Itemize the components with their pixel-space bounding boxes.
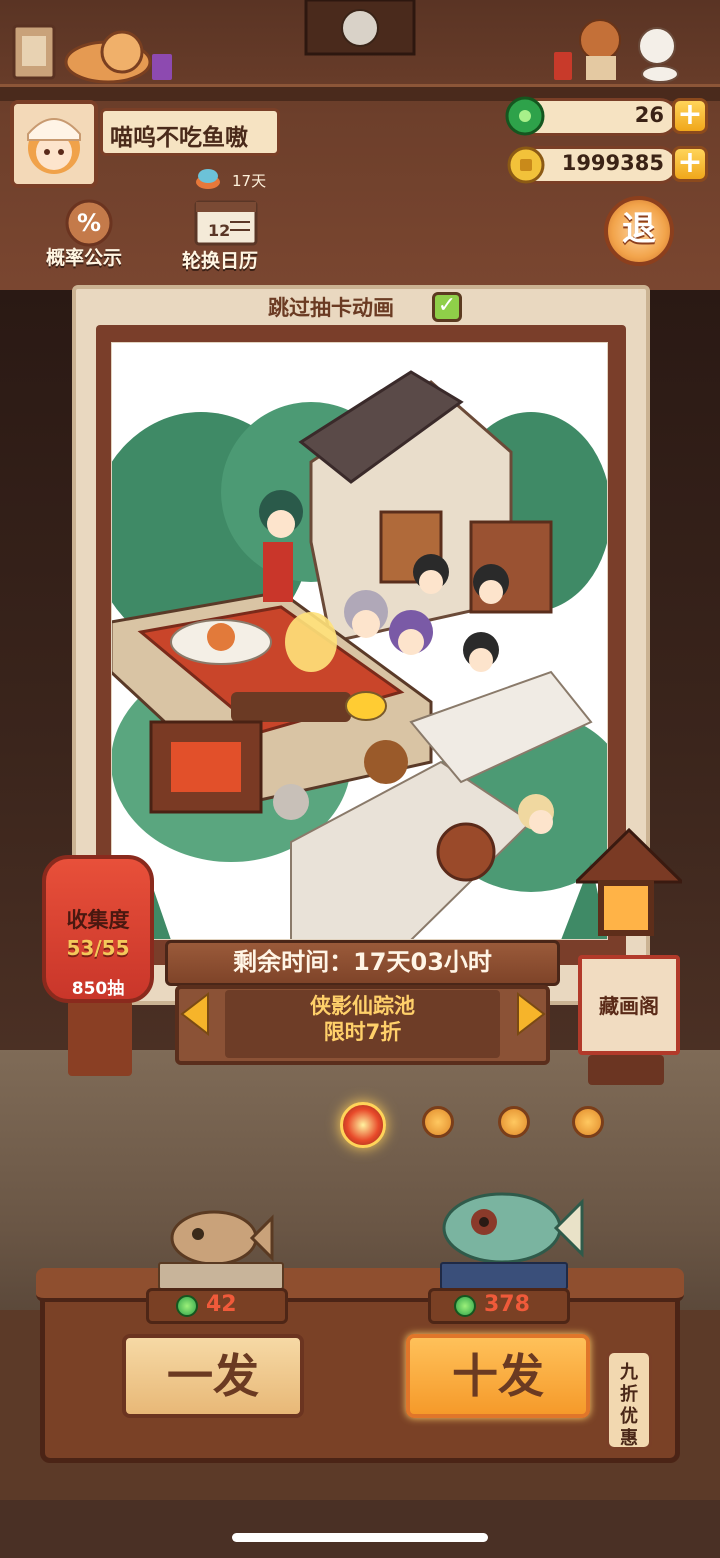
- jade-icon: [505, 96, 545, 136]
- next-pool-arrow-icon[interactable]: [516, 992, 546, 1036]
- pool-discount: 限时7折: [323, 1020, 402, 1044]
- single-draw-book: [158, 1262, 284, 1290]
- collection-title: 收集度: [66, 908, 130, 932]
- skip-animation-checkbox[interactable]: ✓: [432, 292, 462, 322]
- featured-card-artwork[interactable]: [111, 342, 608, 940]
- pagination-dot[interactable]: [422, 1106, 454, 1138]
- pagination-dot-active[interactable]: [340, 1102, 386, 1148]
- rotation-calendar-button[interactable]: 12 轮换日历: [176, 196, 276, 274]
- pagination-dot[interactable]: [498, 1106, 530, 1138]
- pagination-dot[interactable]: [572, 1106, 604, 1138]
- percent-symbol: %: [77, 209, 101, 237]
- avatar-portrait-icon: [14, 104, 94, 184]
- big-fish-icon: [442, 1192, 584, 1264]
- collection-lantern-stand: [68, 1000, 132, 1076]
- single-draw-button[interactable]: 一发: [122, 1334, 304, 1418]
- kitchen-scene-illustration: [111, 342, 608, 940]
- ten-draw-cost: 378: [484, 1292, 530, 1317]
- bottom-band: [0, 1500, 720, 1558]
- calendar-number: 12: [208, 221, 230, 240]
- player-name: 喵呜不吃鱼嗷: [110, 125, 248, 151]
- rate-disclosure-button[interactable]: % 概率公示: [40, 195, 140, 273]
- single-draw-jade-icon: [176, 1295, 198, 1317]
- exit-button[interactable]: 退: [604, 196, 674, 266]
- single-draw-cost: 42: [206, 1292, 237, 1317]
- player-avatar[interactable]: [10, 100, 98, 188]
- collection-count: 53/55: [66, 936, 130, 960]
- shelf-decorations: [12, 0, 679, 84]
- pavilion-lantern-window: [598, 880, 654, 936]
- login-days-text: 17天: [232, 172, 267, 190]
- add-jade-button[interactable]: +: [672, 98, 708, 134]
- jade-amount: 26: [634, 103, 664, 127]
- collection-draws: 850抽: [71, 979, 125, 999]
- rate-disclosure-label: 概率公示: [46, 247, 123, 269]
- login-days-icon: [196, 169, 220, 189]
- calendar-icon: 12: [194, 200, 258, 246]
- discount-tag-text: 九折优惠: [620, 1362, 638, 1449]
- small-fish-icon: [170, 1210, 274, 1266]
- skip-animation-label: 跳过抽卡动画: [268, 296, 394, 320]
- pavilion-base: [588, 1055, 664, 1085]
- ten-draw-book: [440, 1262, 568, 1290]
- ten-draw-jade-icon: [454, 1295, 476, 1317]
- previous-pool-arrow-icon[interactable]: [180, 992, 210, 1036]
- ten-draw-button[interactable]: 十发: [406, 1334, 590, 1418]
- rotation-calendar-label: 轮换日历: [182, 250, 259, 272]
- percent-gear-icon: %: [65, 199, 113, 247]
- draw-counter-top: [36, 1268, 684, 1302]
- gallery-label: 藏画阁: [599, 994, 659, 1018]
- home-indicator[interactable]: [232, 1533, 488, 1542]
- pavilion-roof-icon: [576, 828, 682, 884]
- coin-amount: 1999385: [561, 151, 664, 175]
- remaining-time-text: 剩余时间：17天03小时: [233, 948, 492, 976]
- add-coins-button[interactable]: +: [672, 146, 708, 182]
